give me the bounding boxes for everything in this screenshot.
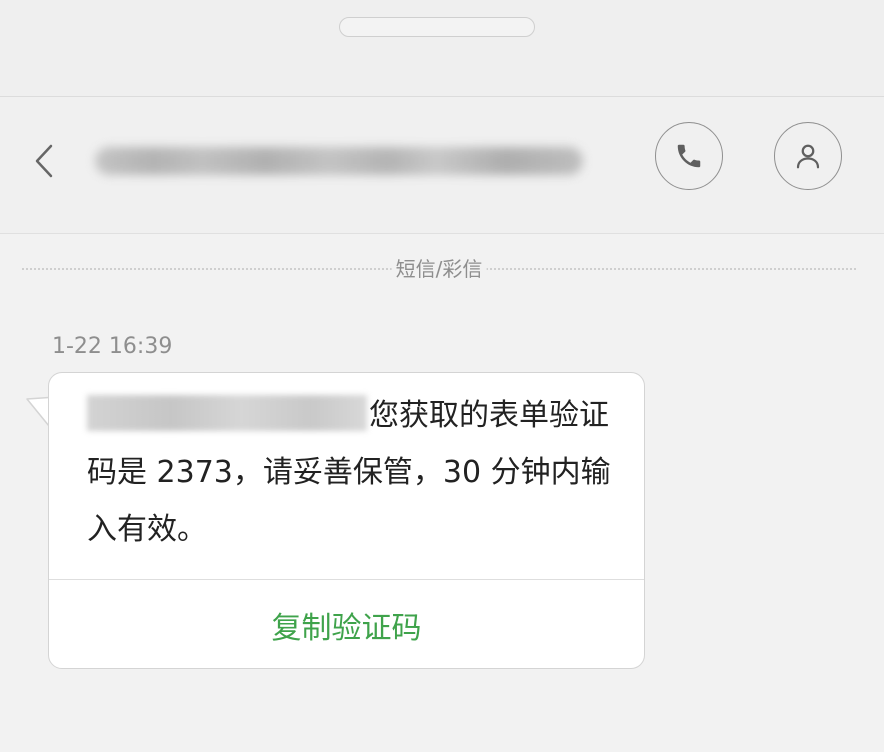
conversation-header (0, 97, 884, 234)
message-type-divider: 短信/彩信 (22, 255, 856, 283)
call-button[interactable] (655, 122, 723, 190)
chevron-left-icon (35, 144, 53, 178)
message-body: 您获取的表单验证码是 2373，请妥善保管，30 分钟内输入有效。 (87, 387, 627, 558)
contact-name-redacted (95, 147, 583, 175)
bubble-separator (49, 579, 644, 580)
message-bubble[interactable]: 您获取的表单验证码是 2373，请妥善保管，30 分钟内输入有效。 复制验证码 (48, 372, 645, 669)
contact-info-button[interactable] (774, 122, 842, 190)
copy-verification-code-button[interactable]: 复制验证码 (49, 581, 644, 668)
phone-icon (677, 144, 701, 168)
sender-name-redacted (87, 395, 367, 431)
pull-handle[interactable] (339, 17, 535, 37)
top-status-area (0, 0, 884, 97)
message-type-label: 短信/彩信 (391, 255, 487, 283)
message-timestamp: 1-22 16:39 (52, 334, 173, 359)
back-button[interactable] (26, 141, 62, 181)
person-icon (796, 144, 820, 169)
